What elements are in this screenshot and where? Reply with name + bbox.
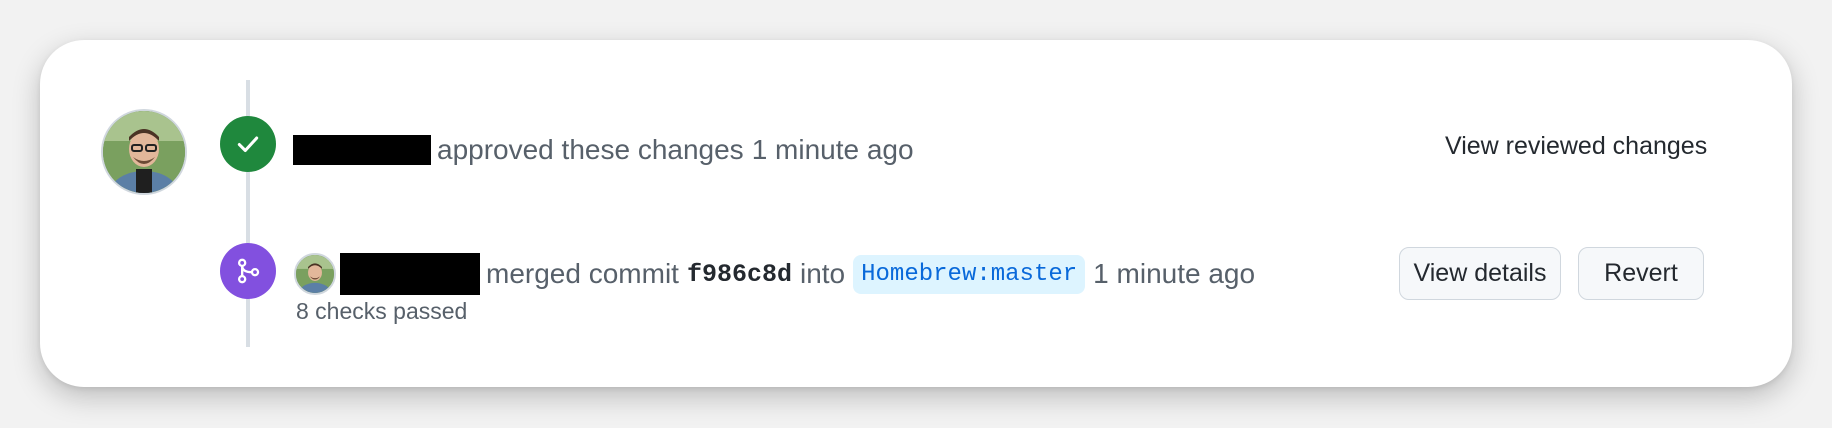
merge-prefix-text: merged commit [486, 258, 679, 289]
commit-sha-link[interactable]: f986c8d [687, 260, 792, 289]
approval-line: approved these changes 1 minute ago [293, 130, 914, 170]
check-icon [220, 116, 276, 172]
revert-button[interactable]: Revert [1578, 247, 1704, 300]
view-reviewed-changes-link[interactable]: View reviewed changes [1445, 132, 1707, 161]
approval-timestamp[interactable]: 1 minute ago [752, 134, 914, 166]
merge-into-text: into [799, 258, 846, 289]
merge-line: merged commit f986c8d into Homebrew:mast… [294, 248, 1255, 300]
merger-avatar[interactable] [294, 253, 336, 295]
redacted-username[interactable] [293, 135, 431, 165]
approval-action-text: approved these changes [437, 134, 744, 165]
timeline-card: approved these changes 1 minute ago View… [40, 40, 1792, 387]
merge-timestamp[interactable]: 1 minute ago [1093, 258, 1255, 290]
reviewer-avatar[interactable] [101, 109, 187, 195]
view-details-button[interactable]: View details [1399, 247, 1561, 300]
redacted-username[interactable] [340, 253, 480, 295]
git-merge-icon [220, 243, 276, 299]
target-branch-label[interactable]: Homebrew:master [853, 254, 1086, 294]
checks-status[interactable]: 8 checks passed [296, 298, 467, 325]
